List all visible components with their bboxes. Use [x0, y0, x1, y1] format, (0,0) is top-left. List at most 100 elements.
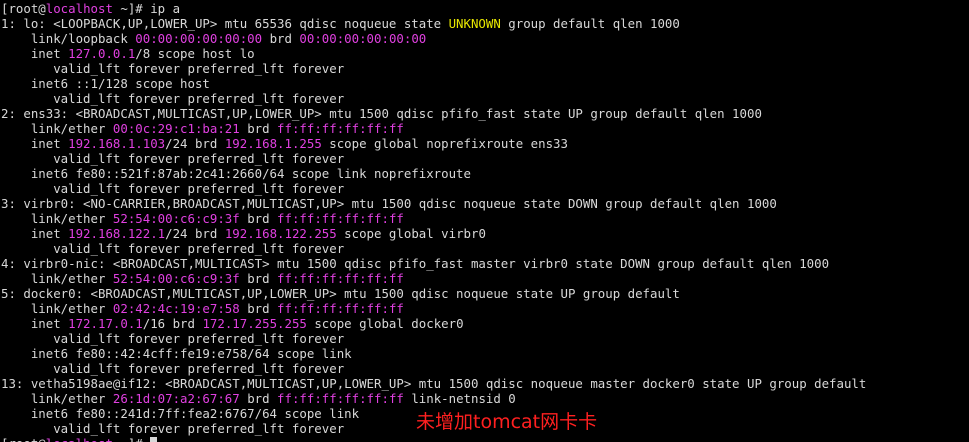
output-text: 1: lo: <LOOPBACK,UP,LOWER_UP> mtu 65536 …	[1, 16, 449, 31]
highlighted-value: 172.17.255.255	[202, 316, 307, 331]
output-line: valid_lft forever preferred_lft forever	[1, 61, 969, 76]
highlighted-value: 00:0c:29:c1:ba:21	[112, 121, 240, 136]
output-text: link/ether	[1, 121, 113, 136]
highlighted-value: 192.168.122.1	[68, 226, 166, 241]
cursor-block	[150, 437, 158, 442]
output-text: brd	[239, 301, 278, 316]
output-text: brd	[239, 391, 278, 406]
output-text: inet	[1, 136, 69, 151]
highlighted-value: ff:ff:ff:ff:ff:ff	[277, 271, 404, 286]
output-line: inet6 ::1/128 scope host	[1, 76, 969, 91]
output-line: 3: virbr0: <NO-CARRIER,BROADCAST,MULTICA…	[1, 196, 969, 211]
output-text: inet6 fe80::521f:87ab:2c41:2660/64 scope…	[1, 166, 471, 181]
output-text: [root@	[1, 436, 46, 442]
highlighted-value: localhost	[45, 1, 113, 16]
output-line: inet6 fe80::42:4cff:fe19:e758/64 scope l…	[1, 346, 969, 361]
output-text: valid_lft forever preferred_lft forever	[1, 361, 345, 376]
output-text: scope global noprefixroute ens33	[321, 136, 568, 151]
output-line: link/ether 52:54:00:c6:c9:3f brd ff:ff:f…	[1, 271, 969, 286]
output-text: valid_lft forever preferred_lft forever	[1, 241, 345, 256]
output-line: valid_lft forever preferred_lft forever	[1, 361, 969, 376]
highlighted-value: 52:54:00:c6:c9:3f	[112, 211, 240, 226]
prompt-line: [root@localhost ~]#	[1, 436, 969, 442]
output-text: valid_lft forever preferred_lft forever	[1, 91, 345, 106]
output-line: inet 172.17.0.1/16 brd 172.17.255.255 sc…	[1, 316, 969, 331]
output-text: link/ether	[1, 271, 113, 286]
highlighted-value: 52:54:00:c6:c9:3f	[112, 271, 240, 286]
output-text: scope global virbr0	[336, 226, 486, 241]
output-text: brd	[239, 211, 278, 226]
output-text: brd	[239, 121, 278, 136]
output-text: brd	[262, 31, 300, 46]
output-text: /16 brd	[142, 316, 203, 331]
output-line: link/ether 52:54:00:c6:c9:3f brd ff:ff:f…	[1, 211, 969, 226]
output-text: brd	[239, 271, 278, 286]
output-text: ~]#	[113, 436, 150, 442]
annotation-text: 未增加tomcat网卡卡	[416, 411, 598, 433]
output-line: link/loopback 00:00:00:00:00:00 brd 00:0…	[1, 31, 969, 46]
output-line: inet 192.168.122.1/24 brd 192.168.122.25…	[1, 226, 969, 241]
output-text: link-netnsid 0	[403, 391, 516, 406]
highlighted-value: localhost	[46, 436, 113, 442]
highlighted-value: 26:1d:07:a2:67:67	[112, 391, 240, 406]
output-text: 3: virbr0: <NO-CARRIER,BROADCAST,MULTICA…	[1, 196, 777, 211]
output-text: link/ether	[1, 211, 113, 226]
output-text: inet6 ::1/128 scope host	[1, 76, 210, 91]
highlighted-value: ff:ff:ff:ff:ff:ff	[277, 211, 404, 226]
output-text: inet	[1, 316, 69, 331]
output-line: valid_lft forever preferred_lft forever	[1, 241, 969, 256]
output-line: 5: docker0: <BROADCAST,MULTICAST,UP,LOWE…	[1, 286, 969, 301]
output-text: inet	[1, 46, 69, 61]
output-text: valid_lft forever preferred_lft forever	[1, 181, 345, 196]
output-line: 1: lo: <LOOPBACK,UP,LOWER_UP> mtu 65536 …	[1, 16, 969, 31]
output-text: ~]# ip a	[112, 1, 181, 16]
output-line: valid_lft forever preferred_lft forever	[1, 181, 969, 196]
output-text: inet	[1, 226, 69, 241]
output-line: link/ether 00:0c:29:c1:ba:21 brd ff:ff:f…	[1, 121, 969, 136]
highlighted-value: 192.168.1.255	[224, 136, 322, 151]
output-line: inet6 fe80::521f:87ab:2c41:2660/64 scope…	[1, 166, 969, 181]
output-text: valid_lft forever preferred_lft forever	[1, 151, 345, 166]
output-line: link/ether 26:1d:07:a2:67:67 brd ff:ff:f…	[1, 391, 969, 406]
highlighted-value: 00:00:00:00:00:00	[135, 31, 263, 46]
output-text: /24 brd	[165, 226, 225, 241]
output-line: valid_lft forever preferred_lft forever	[1, 331, 969, 346]
output-text: inet6 fe80::241d:7ff:fea2:6767/64 scope …	[1, 406, 360, 421]
terminal-window[interactable]: [root@localhost ~]# ip a 1: lo: <LOOPBACK…	[0, 0, 969, 442]
output-line: link/ether 02:42:4c:19:e7:58 brd ff:ff:f…	[1, 301, 969, 316]
output-line: valid_lft forever preferred_lft forever	[1, 151, 969, 166]
output-line: 13: vetha5198ae@if12: <BROADCAST,MULTICA…	[1, 376, 969, 391]
output-line: inet 192.168.1.103/24 brd 192.168.1.255 …	[1, 136, 969, 151]
highlighted-value: ff:ff:ff:ff:ff:ff	[277, 301, 404, 316]
output-line: inet 127.0.0.1/8 scope host lo	[1, 46, 969, 61]
output-text: /24 brd	[165, 136, 225, 151]
output-text: 5: docker0: <BROADCAST,MULTICAST,UP,LOWE…	[1, 286, 680, 301]
output-text: valid_lft forever preferred_lft forever	[1, 421, 345, 436]
output-text: scope global docker0	[306, 316, 464, 331]
highlighted-value: ff:ff:ff:ff:ff:ff	[277, 121, 404, 136]
highlighted-value: 00:00:00:00:00:00	[299, 31, 427, 46]
output-text: link/ether	[1, 301, 113, 316]
highlighted-value: 172.17.0.1	[68, 316, 143, 331]
output-text: 2: ens33: <BROADCAST,MULTICAST,UP,LOWER_…	[1, 106, 762, 121]
command-line: [root@localhost ~]# ip a	[1, 1, 969, 16]
highlighted-value: 127.0.0.1	[68, 46, 136, 61]
output-text: /8 scope host lo	[135, 46, 255, 61]
output-text: group default qlen 1000	[500, 16, 680, 31]
output-text: valid_lft forever preferred_lft forever	[1, 331, 345, 346]
output-text: [root@	[1, 1, 46, 16]
output-text: link/loopback	[1, 31, 136, 46]
terminal-output: [root@localhost ~]# ip a 1: lo: <LOOPBACK…	[1, 1, 969, 442]
highlighted-value: ff:ff:ff:ff:ff:ff	[277, 391, 404, 406]
output-text: 13: vetha5198ae@if12: <BROADCAST,MULTICA…	[1, 376, 867, 391]
output-text: valid_lft forever preferred_lft forever	[1, 61, 345, 76]
output-line: 2: ens33: <BROADCAST,MULTICAST,UP,LOWER_…	[1, 106, 969, 121]
output-text: inet6 fe80::42:4cff:fe19:e758/64 scope l…	[1, 346, 352, 361]
highlighted-value: UNKNOWN	[448, 16, 501, 31]
output-line: 4: virbr0-nic: <BROADCAST,MULTICAST> mtu…	[1, 256, 969, 271]
highlighted-value: 192.168.122.255	[224, 226, 337, 241]
output-text: 4: virbr0-nic: <BROADCAST,MULTICAST> mtu…	[1, 256, 830, 271]
highlighted-value: 192.168.1.103	[68, 136, 166, 151]
highlighted-value: 02:42:4c:19:e7:58	[112, 301, 240, 316]
output-text: link/ether	[1, 391, 113, 406]
